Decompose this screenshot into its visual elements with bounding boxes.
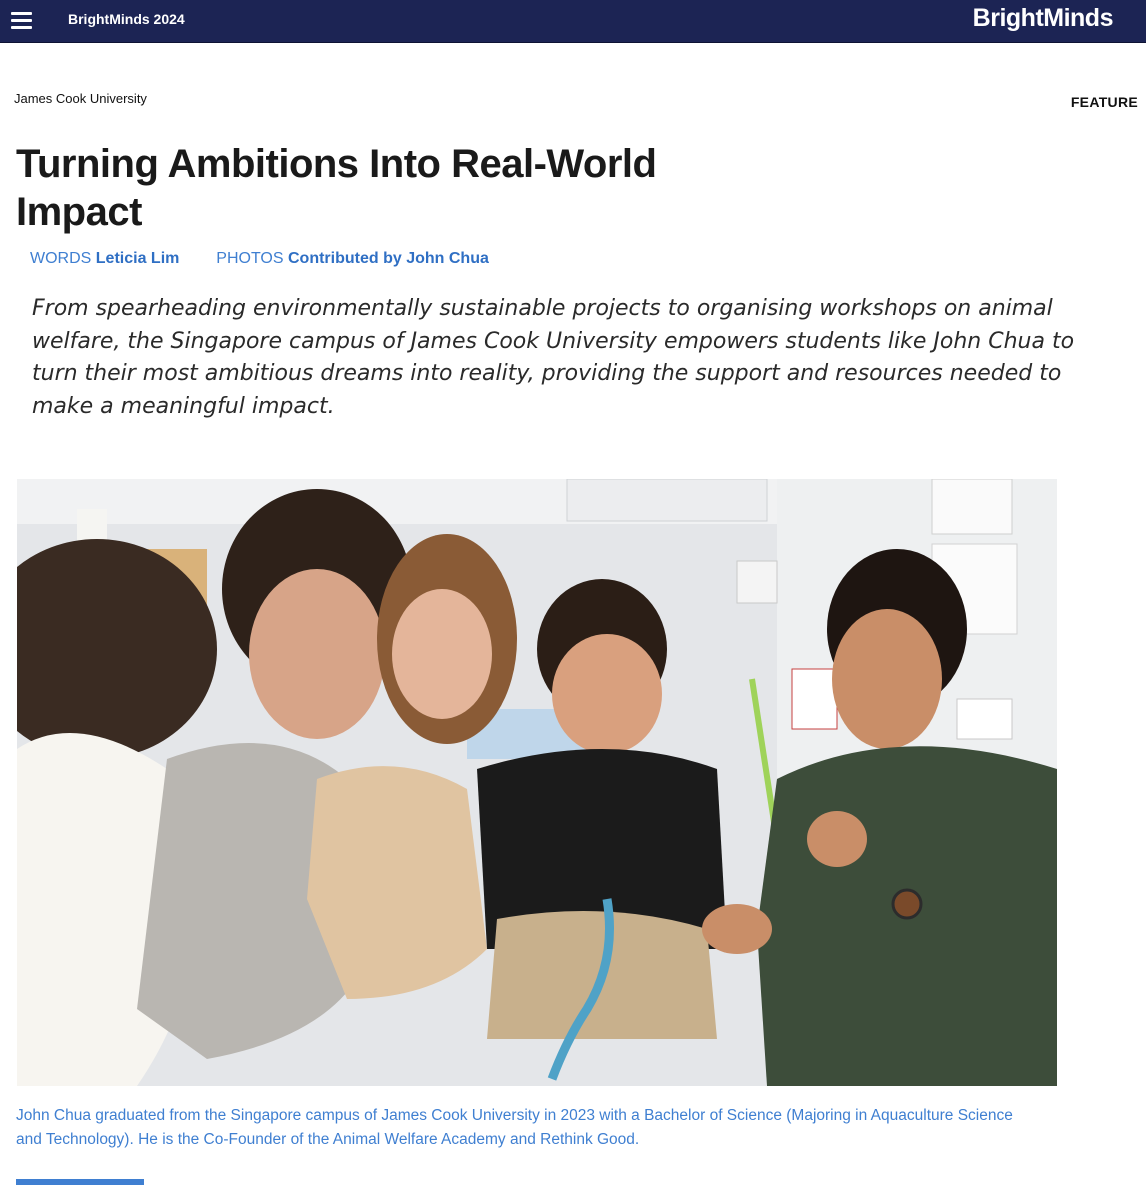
article-credits: WORDS Leticia Lim PHOTOS Contributed by … <box>30 250 489 268</box>
edition-link[interactable]: BrightMinds 2024 <box>68 11 185 27</box>
brand-logo[interactable]: BrightMinds <box>973 4 1114 33</box>
photos-label: PHOTOS <box>216 250 284 267</box>
article-title: Turning Ambitions Into Real-World Impact <box>16 142 657 234</box>
hamburger-menu-icon[interactable] <box>11 10 32 31</box>
university-label: James Cook University <box>14 91 147 106</box>
photos-credit: Contributed by John Chua <box>288 250 489 267</box>
section-divider <box>16 1179 144 1185</box>
top-navigation-bar: BrightMinds 2024 BrightMinds <box>0 0 1146 43</box>
article-lede: From spearheading environmentally sustai… <box>32 296 1075 419</box>
words-label: WORDS <box>30 250 92 267</box>
photo-caption: John Chua graduated from the Singapore c… <box>16 1107 1013 1148</box>
category-label: FEATURE <box>1070 94 1138 110</box>
feature-photo <box>17 479 1057 1086</box>
words-author: Leticia Lim <box>95 250 180 267</box>
